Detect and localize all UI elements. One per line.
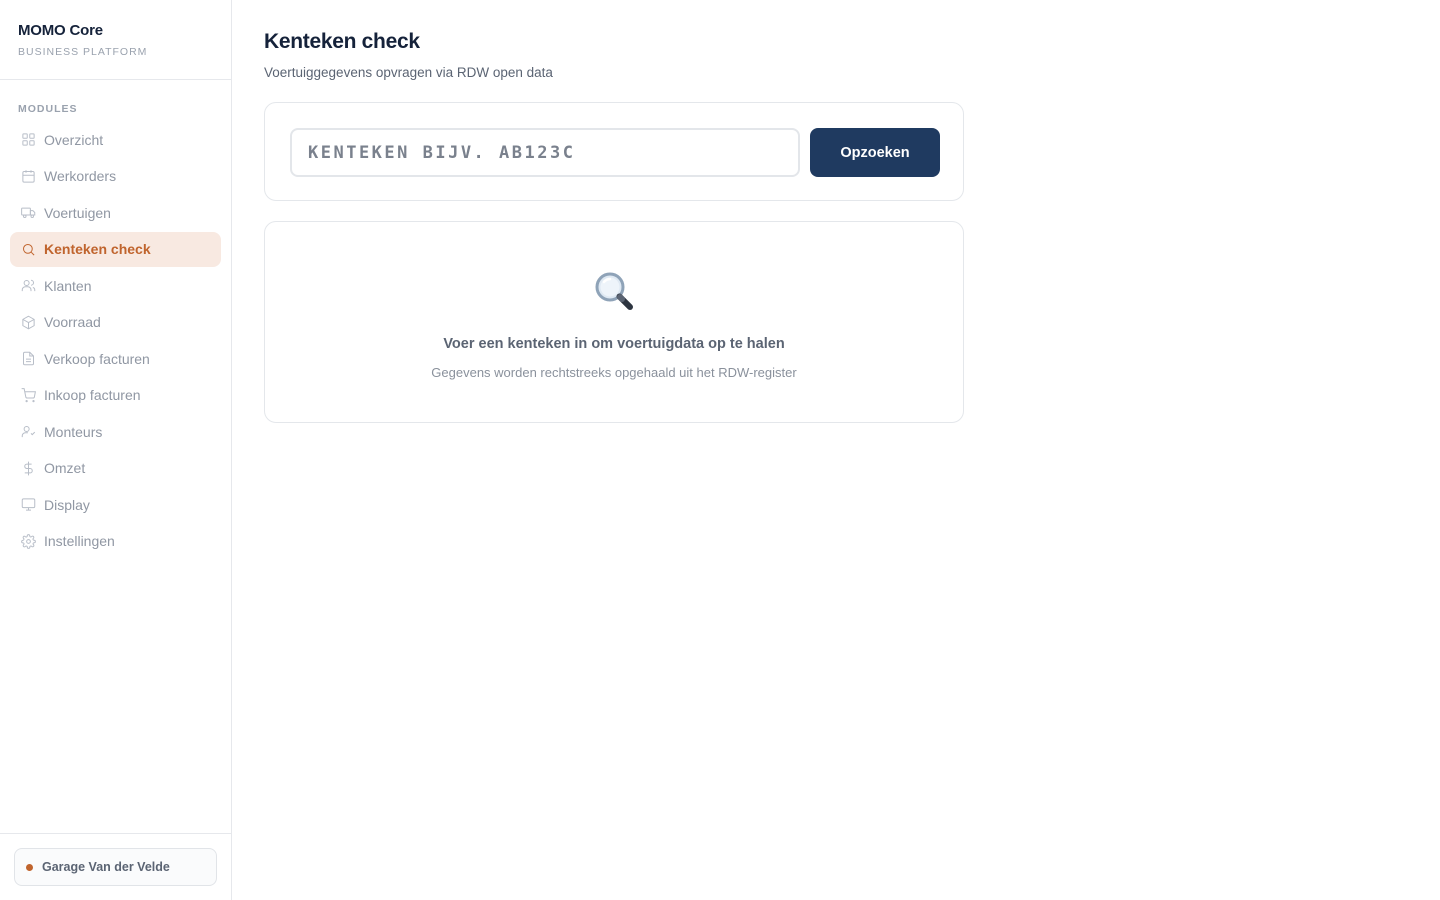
empty-state-subtitle: Gegevens worden rechtstreeks opgehaald u… bbox=[431, 365, 797, 380]
users-icon bbox=[20, 278, 36, 294]
sidebar-item-label: Instellingen bbox=[44, 533, 115, 549]
sidebar-footer: Garage Van der Velde bbox=[0, 833, 231, 900]
file-icon bbox=[20, 351, 36, 367]
garage-selector[interactable]: Garage Van der Velde bbox=[14, 848, 217, 886]
sidebar-item-label: Monteurs bbox=[44, 423, 103, 440]
sidebar-item-label: Display bbox=[44, 496, 90, 513]
sidebar-item-label: Overzicht bbox=[44, 131, 104, 148]
user-check-icon bbox=[20, 424, 36, 440]
sidebar: MOMO Core BUSINESS PLATFORM MODULES Over… bbox=[0, 0, 232, 900]
settings-icon bbox=[20, 533, 36, 549]
sidebar-item-overzicht[interactable]: Overzicht bbox=[10, 122, 221, 157]
brand-title: MOMO Core bbox=[18, 22, 103, 39]
calendar-icon bbox=[20, 168, 36, 184]
sidebar-item-instellingen[interactable]: Instellingen bbox=[10, 524, 221, 559]
empty-state-card: Voer een kenteken in om voertuigdata op … bbox=[264, 221, 964, 423]
magnifier-icon bbox=[265, 270, 963, 314]
cart-icon bbox=[20, 387, 36, 403]
dollar-icon bbox=[20, 460, 36, 476]
search-icon bbox=[20, 241, 36, 257]
empty-state-title: Voer een kenteken in om voertuigdata op … bbox=[443, 336, 785, 352]
sidebar-item-label: Klanten bbox=[44, 277, 92, 294]
sidebar-item-label: Verkoop facturen bbox=[44, 350, 150, 367]
brand: MOMO Core BUSINESS PLATFORM bbox=[0, 0, 231, 80]
grid-icon bbox=[20, 132, 36, 148]
sidebar-item-monteurs[interactable]: Monteurs bbox=[10, 414, 221, 449]
license-plate-input[interactable] bbox=[290, 128, 800, 177]
sidebar-item-omzet[interactable]: Omzet bbox=[10, 451, 221, 486]
page-subtitle: Voertuiggegevens opvragen via RDW open d… bbox=[264, 65, 553, 80]
page-title: Kenteken check bbox=[264, 30, 420, 53]
search-card: Opzoeken bbox=[264, 102, 964, 201]
sidebar-item-inkoop-facturen[interactable]: Inkoop facturen bbox=[10, 378, 221, 413]
sidebar-nav: Overzicht Werkorders Voertuigen Kenteken… bbox=[10, 122, 221, 560]
sidebar-item-voorraad[interactable]: Voorraad bbox=[10, 305, 221, 340]
sidebar-item-display[interactable]: Display bbox=[10, 487, 221, 522]
sidebar-item-label: Voertuigen bbox=[44, 204, 111, 221]
lookup-button[interactable]: Opzoeken bbox=[810, 128, 940, 177]
modules-section-label: MODULES bbox=[18, 103, 78, 115]
sidebar-item-kenteken-check[interactable]: Kenteken check bbox=[10, 231, 221, 267]
sidebar-item-werkorders[interactable]: Werkorders bbox=[10, 159, 221, 194]
sidebar-item-verkoop-facturen[interactable]: Verkoop facturen bbox=[10, 341, 221, 376]
status-dot bbox=[26, 863, 33, 871]
monitor-icon bbox=[20, 497, 36, 513]
sidebar-item-label: Inkoop facturen bbox=[44, 387, 141, 403]
sidebar-item-label: Voorraad bbox=[44, 314, 101, 330]
truck-icon bbox=[20, 205, 36, 221]
sidebar-item-label: Omzet bbox=[44, 460, 86, 476]
sidebar-item-label: Kenteken check bbox=[44, 241, 151, 257]
garage-name: Garage Van der Velde bbox=[42, 860, 170, 874]
sidebar-item-label: Werkorders bbox=[44, 168, 117, 184]
brand-subtitle: BUSINESS PLATFORM bbox=[18, 46, 148, 58]
package-icon bbox=[20, 314, 36, 330]
sidebar-item-voertuigen[interactable]: Voertuigen bbox=[10, 195, 221, 230]
sidebar-item-klanten[interactable]: Klanten bbox=[10, 268, 221, 303]
